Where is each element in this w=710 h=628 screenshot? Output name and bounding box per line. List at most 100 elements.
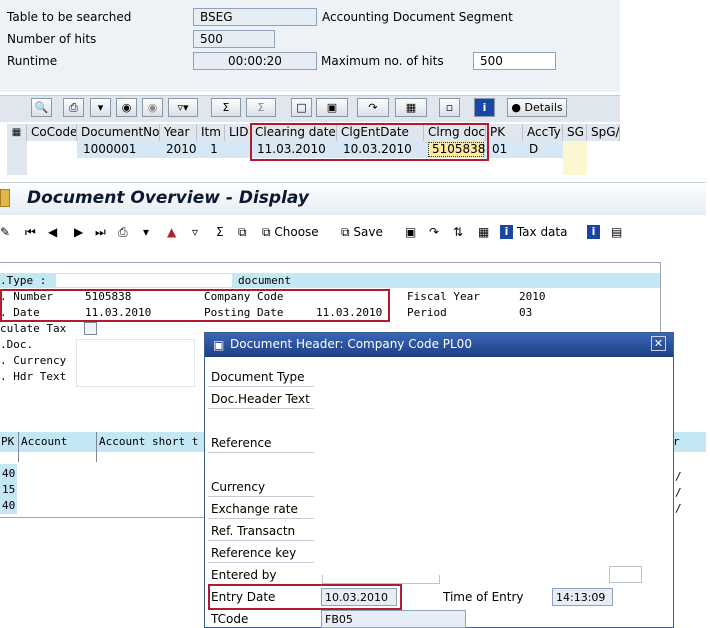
move-icon[interactable]: ⇅ (453, 223, 463, 241)
sum-icon[interactable]: Σ (216, 223, 224, 241)
filter-icon[interactable]: ▾ (90, 98, 111, 117)
info-icon[interactable]: i (474, 98, 495, 117)
table-row[interactable]: 40 (2, 467, 15, 480)
cell-itm: 1 (210, 142, 218, 156)
calculator-icon[interactable]: ▦ (478, 223, 489, 241)
col-year[interactable]: Year (160, 124, 197, 141)
items-right-slash-1: / (675, 470, 682, 483)
entry-date-label: Entry Date (211, 590, 276, 604)
dialog-title-icon: ▣ (213, 338, 225, 352)
close-icon[interactable]: ✕ (651, 336, 666, 351)
col-spgl[interactable]: SpG/L (587, 124, 620, 141)
dialog-data-area (316, 364, 634, 574)
tcode-label: TCode (211, 612, 249, 626)
document-icon[interactable]: ▤ (611, 223, 622, 241)
info-icon[interactable]: i (587, 223, 600, 241)
col-clrng-doc[interactable]: Clrng doc. (424, 124, 486, 141)
binoculars-icon[interactable]: ◉ (116, 98, 137, 117)
find-icon[interactable]: 🔍 (31, 98, 52, 117)
time-field-top (609, 566, 642, 583)
subtotal-icon[interactable]: Σ (246, 98, 276, 117)
type-label: .Type : (0, 274, 47, 287)
sum-icon[interactable]: Σ (211, 98, 241, 117)
col-cocode[interactable]: CoCode (27, 124, 77, 141)
cell-clearing-date: 11.03.2010 (257, 142, 326, 156)
copy-icon[interactable]: ⧉ (238, 223, 247, 241)
tcode-field[interactable]: FB05 (321, 610, 466, 628)
header-icon[interactable]: ▣ (405, 223, 416, 241)
col-accty[interactable]: AccTy (523, 124, 563, 141)
col-lid[interactable]: LID (225, 124, 251, 141)
currency-label-dialog: Currency (211, 480, 266, 494)
number-value: 5105838 (85, 290, 132, 303)
document-type-label: Document Type (211, 370, 305, 384)
cell-clgentdate: 10.03.2010 (343, 142, 412, 156)
max-hits-field[interactable]: 500 (473, 52, 556, 70)
dialog-line-4 (208, 496, 314, 497)
filter-icon[interactable]: ▾ (143, 223, 149, 241)
views-icon[interactable]: ▣ (316, 98, 348, 117)
table-label: Table to be searched (7, 10, 132, 24)
runtime-label: Runtime (7, 54, 58, 68)
table-row[interactable]: 15 (2, 483, 15, 496)
graphic-icon[interactable]: ▫ (439, 98, 460, 117)
tax-data-label: Tax data (516, 225, 568, 239)
print-icon[interactable]: ⎙ (63, 98, 84, 117)
calculate-tax-checkbox[interactable] (84, 322, 97, 335)
col-documentno[interactable]: DocumentNo (77, 124, 160, 141)
table-row[interactable]: 40 (2, 499, 15, 512)
layout-icon[interactable]: ▦ (395, 98, 427, 117)
entry-date-field[interactable]: 10.03.2010 (321, 588, 397, 606)
overview-top-border (0, 262, 660, 263)
dialog-line-2 (208, 408, 314, 409)
previous-page-icon[interactable]: ◀ (48, 223, 57, 241)
number-label: . Number (0, 290, 53, 303)
print-icon[interactable]: ⎙ (118, 223, 128, 241)
details-label: Details (524, 101, 563, 114)
filter-set-icon[interactable]: ▿ (192, 223, 198, 241)
filter-dropdown-icon[interactable]: ▿▾ (168, 98, 198, 117)
details-button[interactable]: ● Details (507, 98, 567, 117)
table-field[interactable]: BSEG (193, 8, 317, 26)
binoculars-next-icon[interactable]: ◉ (142, 98, 163, 117)
first-page-icon[interactable]: ⏮ (25, 223, 36, 241)
export-icon[interactable]: ↷ (429, 223, 439, 241)
exchange-rate-label: Exchange rate (211, 502, 298, 516)
edit-icon[interactable]: ✎ (0, 223, 10, 241)
reference-label: Reference (211, 436, 272, 450)
max-hits-label: Maximum no. of hits (321, 54, 444, 68)
time-of-entry-field[interactable]: 14:13:09 (552, 588, 613, 606)
items-divider-2 (96, 432, 97, 462)
col-pk[interactable]: PK (486, 124, 523, 141)
cell-year: 2010 (166, 142, 197, 156)
entered-by-field (322, 575, 440, 584)
col-itm[interactable]: Itm (197, 124, 225, 141)
save-button[interactable]: ⧉ Save (341, 223, 383, 241)
grid-row-selector[interactable] (7, 141, 27, 158)
header-text-label: . Hdr Text (0, 370, 67, 383)
cell-documentno: 1000001 (83, 142, 137, 156)
hat-icon[interactable]: ▲ (167, 223, 176, 241)
ref-doc-label: .Doc. (0, 338, 34, 351)
company-code-field (311, 291, 383, 303)
posting-date-value: 11.03.2010 (316, 306, 383, 319)
tax-info-icon: i (500, 225, 513, 239)
fiscal-year-value: 2010 (519, 290, 546, 303)
grid-select-all[interactable]: ▦ (7, 124, 27, 141)
items-right-slash-3: / (675, 502, 682, 515)
print-preview-icon[interactable]: □ (291, 98, 312, 117)
type-value: document (238, 274, 291, 287)
runtime-field[interactable]: 00:00:20 (193, 52, 317, 70)
next-page-icon[interactable]: ▶ (74, 223, 83, 241)
hits-field[interactable]: 500 (193, 30, 275, 48)
grid-row-selector-2 (7, 158, 27, 175)
last-page-icon[interactable]: ⏭ (95, 223, 106, 241)
overview-nav-icon[interactable] (0, 189, 10, 207)
col-sg[interactable]: SG (563, 124, 587, 141)
cell-clrng-doc[interactable]: 5105838 (428, 141, 486, 158)
choose-button[interactable]: ⧉ Choose (262, 223, 319, 241)
tax-data-button[interactable]: i Tax data (500, 223, 567, 241)
export-icon[interactable]: ↷ (357, 98, 389, 117)
col-clearing-date[interactable]: Clearing date (251, 124, 337, 141)
col-clgentdate[interactable]: ClgEntDate (337, 124, 424, 141)
